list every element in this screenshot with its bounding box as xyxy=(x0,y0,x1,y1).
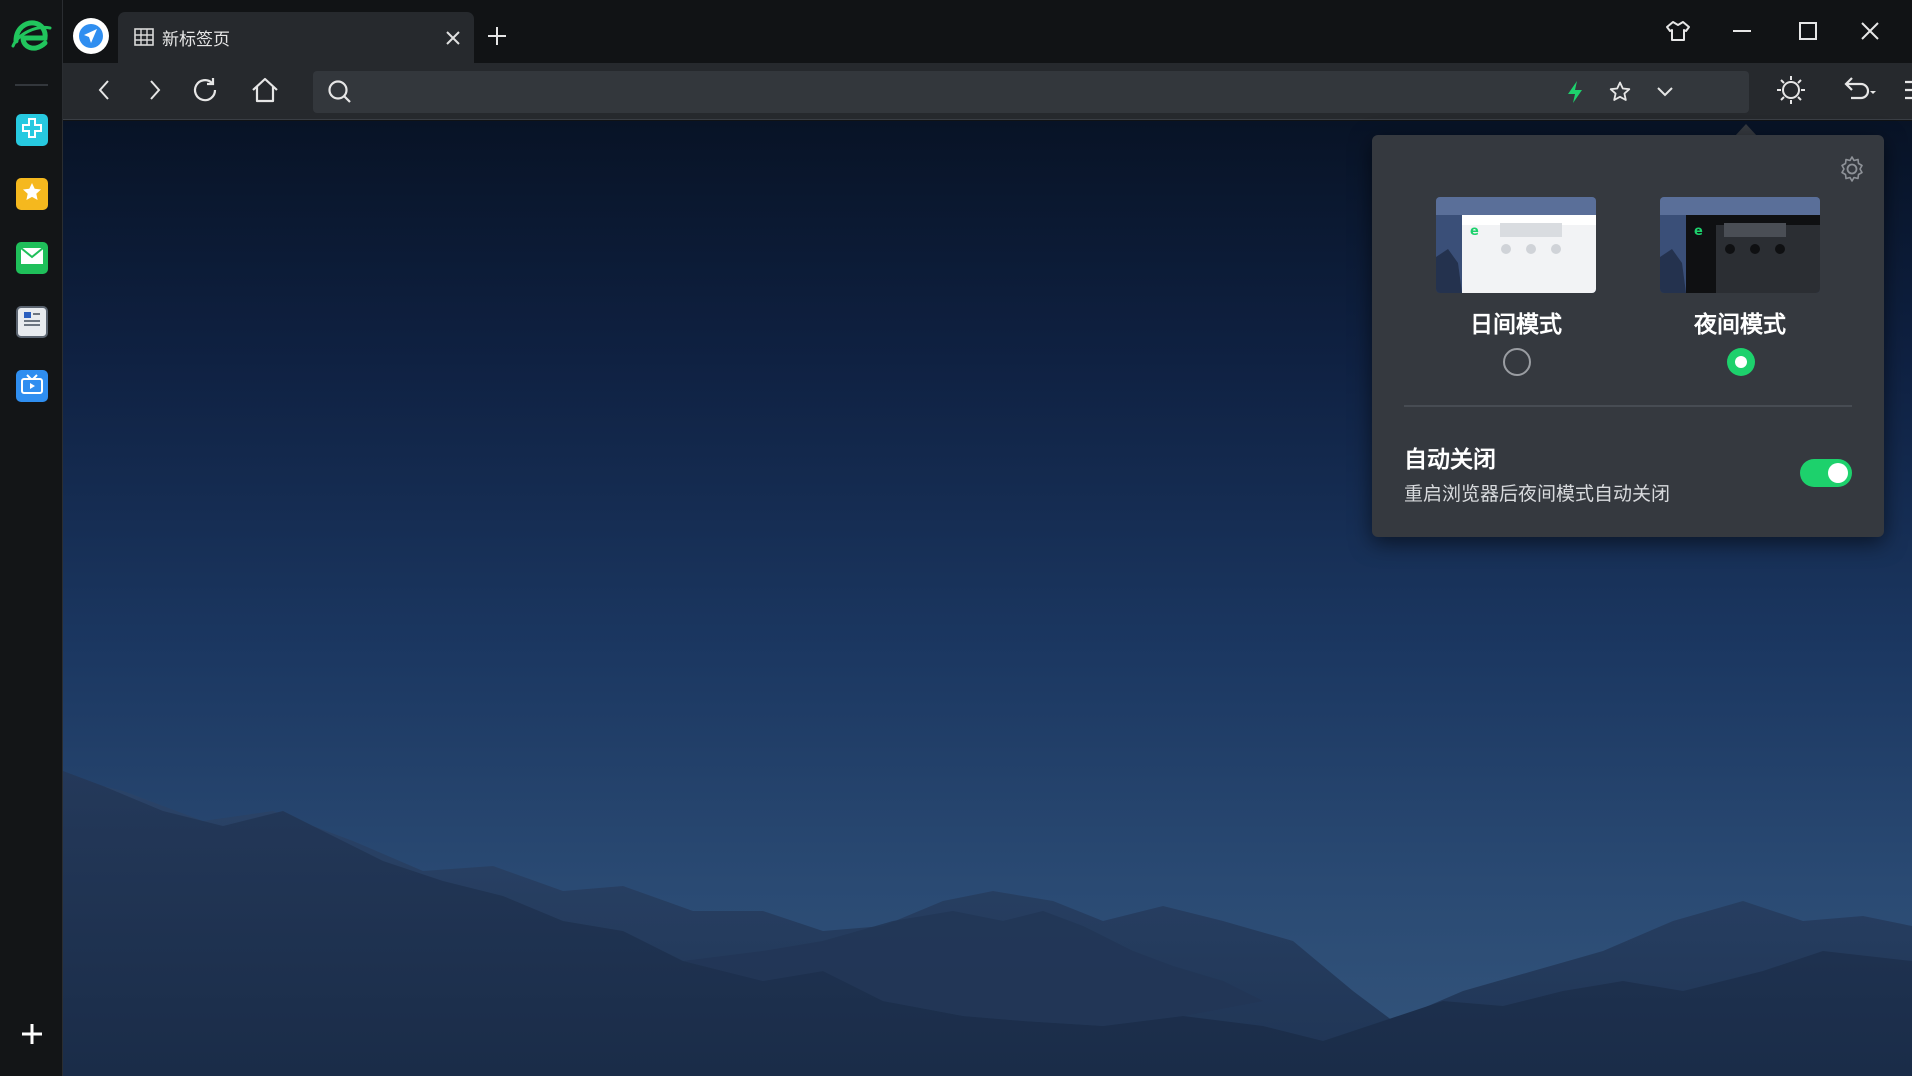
forward-icon xyxy=(142,78,166,106)
close-icon xyxy=(1859,20,1881,46)
tab-close-icon[interactable] xyxy=(442,27,464,49)
tab-new-tab[interactable]: 新标签页 xyxy=(118,12,474,63)
star-favorites-icon xyxy=(21,181,43,207)
sidebar-app-document[interactable] xyxy=(16,306,48,338)
refresh-button[interactable] xyxy=(188,75,222,109)
search-icon xyxy=(327,79,353,105)
gear-icon[interactable] xyxy=(1838,155,1866,183)
day-mode-radio[interactable] xyxy=(1503,348,1531,376)
night-mode-label: 夜间模式 xyxy=(1694,312,1786,338)
document-icon xyxy=(21,309,43,335)
auto-close-title: 自动关闭 xyxy=(1404,447,1496,473)
day-mode-label: 日间模式 xyxy=(1470,312,1562,338)
menu-button[interactable] xyxy=(1898,75,1912,109)
night-mode-popup: e 日间模式 e 夜间模式 自动关闭 重启浏览器后夜间模式自动关闭 xyxy=(1372,135,1884,537)
skin-button[interactable] xyxy=(1663,18,1693,48)
address-input[interactable] xyxy=(365,71,1525,113)
sidebar-app-favorites[interactable] xyxy=(16,178,48,210)
night-mode-radio[interactable] xyxy=(1727,348,1755,376)
star-icon[interactable] xyxy=(1607,79,1633,105)
sidebar-app-mail[interactable] xyxy=(16,242,48,274)
menu-icon xyxy=(1902,77,1912,107)
undo-button[interactable] xyxy=(1842,75,1876,109)
auto-close-toggle[interactable] xyxy=(1800,459,1852,487)
title-bar: 新标签页 xyxy=(63,0,1912,63)
popup-divider xyxy=(1404,405,1852,407)
navigation-app-icon[interactable] xyxy=(73,18,109,54)
night-mode-option[interactable]: e 夜间模式 xyxy=(1660,197,1820,387)
chevron-down-icon[interactable] xyxy=(1652,79,1678,105)
tab-title: 新标签页 xyxy=(162,30,230,50)
back-button[interactable] xyxy=(88,75,122,109)
day-mode-option[interactable]: e 日间模式 xyxy=(1436,197,1596,387)
sidebar-add-button[interactable] xyxy=(16,1018,48,1050)
sidebar-app-video[interactable] xyxy=(16,370,48,402)
maximize-icon xyxy=(1797,20,1819,46)
lightning-icon[interactable] xyxy=(1562,79,1588,105)
maximize-button[interactable] xyxy=(1793,18,1823,48)
theme-sun-icon xyxy=(1775,74,1807,110)
svg-text:e: e xyxy=(1694,224,1703,239)
sidebar-divider xyxy=(15,84,48,86)
theme-button[interactable] xyxy=(1774,75,1808,109)
toggle-knob xyxy=(1828,463,1848,483)
day-mode-preview: e xyxy=(1436,197,1596,293)
svg-text:e: e xyxy=(1470,224,1479,239)
minimize-button[interactable] xyxy=(1727,18,1757,48)
medical-plus-icon xyxy=(21,117,43,143)
video-tv-icon xyxy=(20,373,44,399)
mail-icon xyxy=(20,246,44,270)
browser-window: 新标签页 e 日间模式 e 夜间模式 自动关闭 重启浏览器后夜间模式自动关闭 xyxy=(0,0,1912,1076)
home-icon xyxy=(250,75,280,109)
plus-icon xyxy=(16,1024,48,1054)
undo-icon xyxy=(1842,75,1876,109)
sidebar xyxy=(0,0,63,1076)
browser-logo-icon[interactable] xyxy=(10,16,52,58)
forward-button[interactable] xyxy=(137,75,171,109)
toolbar xyxy=(63,63,1912,120)
sidebar-app-medical[interactable] xyxy=(16,114,48,146)
skin-icon xyxy=(1665,19,1691,47)
grid-page-icon xyxy=(134,28,154,46)
close-window-button[interactable] xyxy=(1855,18,1885,48)
night-mode-preview: e xyxy=(1660,197,1820,293)
minimize-icon xyxy=(1731,20,1753,46)
auto-close-description: 重启浏览器后夜间模式自动关闭 xyxy=(1404,483,1671,505)
plus-icon xyxy=(485,27,509,52)
refresh-icon xyxy=(190,75,220,109)
home-button[interactable] xyxy=(248,75,282,109)
address-bar[interactable] xyxy=(313,71,1749,113)
new-tab-button[interactable] xyxy=(485,24,509,48)
back-icon xyxy=(93,78,117,106)
